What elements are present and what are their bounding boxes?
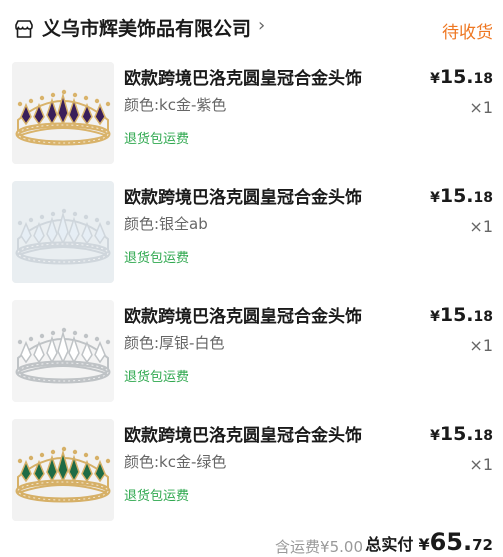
price-decimal: 18 (473, 71, 493, 87)
price-currency: ¥ (430, 309, 440, 325)
order-item[interactable]: 欧款跨境巴洛克圆皇冠合金头饰 颜色:kc金-绿色 退货包运费 ¥15.18 ×1 (0, 419, 503, 531)
product-quantity: ×1 (469, 336, 493, 355)
product-price: ¥15.18 (430, 185, 493, 207)
product-price: ¥15.18 (430, 423, 493, 445)
product-image[interactable] (12, 181, 114, 283)
product-spec: 颜色:kc金-紫色 (124, 96, 227, 114)
order-item[interactable]: 欧款跨境巴洛克圆皇冠合金头饰 颜色:银全ab 退货包运费 ¥15.18 ×1 (0, 181, 503, 293)
store-icon[interactable] (14, 19, 34, 39)
price-currency: ¥ (430, 71, 440, 87)
crown-icon (12, 419, 114, 521)
shipping-fee: 含运费¥5.00 (275, 538, 363, 556)
order-item[interactable]: 欧款跨境巴洛克圆皇冠合金头饰 颜色:kc金-紫色 退货包运费 ¥15.18 ×1 (0, 62, 503, 174)
order-summary: 含运费¥5.00 总实付 ¥65.72 (0, 528, 503, 557)
free-return-tag: 退货包运费 (124, 370, 190, 385)
total-integer: 65. (429, 528, 473, 556)
product-title[interactable]: 欧款跨境巴洛克圆皇冠合金头饰 (124, 421, 362, 446)
product-quantity: ×1 (469, 217, 493, 236)
free-return-tag: 退货包运费 (124, 251, 190, 266)
order-status: 待收货 (442, 23, 493, 43)
order-header: 义乌市辉美饰品有限公司 › 待收货 (0, 0, 503, 56)
price-decimal: 18 (473, 309, 493, 325)
price-integer: 15. (439, 304, 474, 326)
total-currency: ¥ (418, 535, 430, 554)
total-paid: 总实付 ¥65.72 (365, 528, 493, 556)
product-image[interactable] (12, 419, 114, 521)
price-decimal: 18 (473, 190, 493, 206)
product-image[interactable] (12, 62, 114, 164)
product-spec: 颜色:厚银-白色 (124, 334, 225, 352)
crown-icon (12, 181, 114, 283)
price-integer: 15. (439, 66, 474, 88)
price-integer: 15. (439, 185, 474, 207)
product-price: ¥15.18 (430, 66, 493, 88)
product-title[interactable]: 欧款跨境巴洛克圆皇冠合金头饰 (124, 302, 362, 327)
free-return-tag: 退货包运费 (124, 489, 190, 504)
price-decimal: 18 (473, 428, 493, 444)
product-quantity: ×1 (469, 455, 493, 474)
product-spec: 颜色:银全ab (124, 215, 208, 233)
total-decimal: 72 (472, 536, 493, 554)
chevron-right-icon[interactable]: › (258, 15, 265, 36)
price-integer: 15. (439, 423, 474, 445)
order-item[interactable]: 欧款跨境巴洛克圆皇冠合金头饰 颜色:厚银-白色 退货包运费 ¥15.18 ×1 (0, 300, 503, 412)
product-quantity: ×1 (469, 98, 493, 117)
product-title[interactable]: 欧款跨境巴洛克圆皇冠合金头饰 (124, 64, 362, 89)
crown-icon (12, 62, 114, 164)
total-label: 总实付 (365, 535, 414, 554)
product-title[interactable]: 欧款跨境巴洛克圆皇冠合金头饰 (124, 183, 362, 208)
product-image[interactable] (12, 300, 114, 402)
price-currency: ¥ (430, 428, 440, 444)
price-currency: ¥ (430, 190, 440, 206)
crown-icon (12, 300, 114, 402)
product-spec: 颜色:kc金-绿色 (124, 453, 227, 471)
free-return-tag: 退货包运费 (124, 132, 190, 147)
product-price: ¥15.18 (430, 304, 493, 326)
shop-name[interactable]: 义乌市辉美饰品有限公司 (42, 14, 251, 41)
